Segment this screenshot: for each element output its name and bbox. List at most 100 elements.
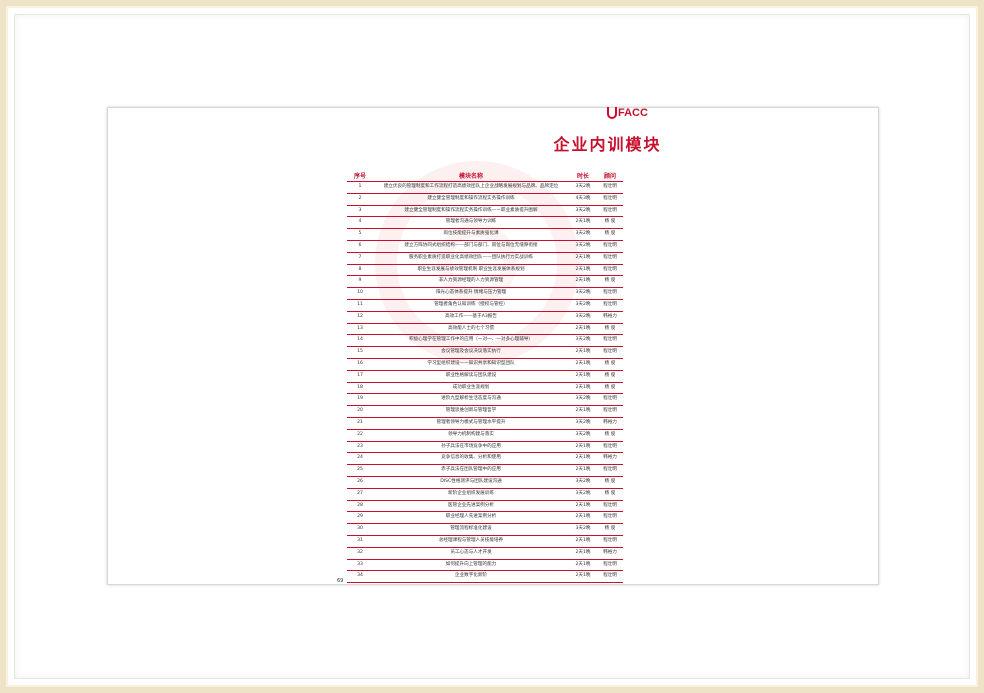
table-row: 1 建立优良的管理制度和工作流程打造高绩效团队上企业战略发展规划与品牌、品牌定位 3…	[347, 182, 623, 194]
row-index: 23	[357, 443, 363, 449]
row-consultant: 程壮明	[603, 266, 617, 272]
row-index: 13	[357, 325, 363, 331]
table-row: 11 管理者角色认知训练（授权与管控） 3天2晚 程壮明	[347, 300, 623, 312]
row-consultant: 程壮明	[603, 537, 617, 543]
row-index: 10	[357, 290, 363, 296]
table-row: 23 孙子兵法在市场竞争中的应用 2天1晚 程壮明	[347, 442, 623, 454]
row-module: 竞争信息的收集、分析和使用	[441, 455, 501, 461]
row-index: 24	[357, 455, 363, 461]
table-row: 21 管理者领导力模式与管理水平提升 3天2晚 韩裕力	[347, 418, 623, 430]
row-index: 28	[357, 502, 363, 508]
row-index: 19	[357, 396, 363, 402]
brand-logo: FACC	[607, 106, 648, 120]
row-consultant: 程壮明	[603, 502, 617, 508]
row-module: 领导力机制构建与落实	[448, 431, 494, 437]
row-consultant: 杨 俊	[604, 278, 616, 284]
row-index: 7	[358, 254, 362, 260]
row-duration: 2天1晚	[575, 360, 591, 366]
row-duration: 2天1晚	[575, 349, 591, 355]
table-row: 12 高效工作——基于A3报告 3天2晚 韩裕力	[347, 312, 623, 324]
row-consultant: 杨 俊	[604, 478, 616, 484]
logo-mark-icon	[607, 107, 617, 119]
row-module: 建立健全管理制度和操作流程实务操作训练	[427, 195, 515, 201]
row-consultant: 程壮明	[603, 408, 617, 414]
row-index: 32	[357, 549, 363, 555]
row-index: 27	[357, 490, 363, 496]
table-row: 3 建立健全管理制度和操作流程实务操作训练——职业素质提升图解 3天2晚 程壮明	[347, 206, 623, 218]
row-module: 非人力资源经理的人力资源管理	[438, 278, 504, 284]
row-consultant: 韩裕力	[603, 419, 617, 425]
row-consultant: 程壮明	[603, 290, 617, 296]
header-index: 序号	[353, 173, 366, 180]
row-index: 14	[357, 337, 363, 343]
table-row: 2 建立健全管理制度和操作流程实务操作训练 4天3晚 程壮明	[347, 194, 623, 206]
row-consultant: 程壮明	[603, 514, 617, 520]
row-module: 会议管理及会议决议落实执行	[441, 349, 501, 355]
row-consultant: 程壮明	[603, 207, 617, 213]
table-row: 16 学习型组织建设——知识共享和知识型团队 2天1晚 杨 俊	[347, 359, 623, 371]
header-module: 模块名称	[458, 173, 483, 180]
row-duration: 3天2晚	[575, 231, 591, 237]
row-consultant: 杨 俊	[604, 431, 616, 437]
row-duration: 2天1晚	[575, 372, 591, 378]
table-row: 17 职业性格解读与团队建设 2天1晚 杨 俊	[347, 371, 623, 383]
row-module: 服务职业素质打造职业化高绩效团队——团队执行力实战训练	[408, 254, 534, 260]
row-duration: 2天1晚	[575, 443, 591, 449]
table-row: 22 领导力机制构建与落实 3天2晚 杨 俊	[347, 430, 623, 442]
row-module: 管理流程标准化建设	[450, 526, 492, 532]
table-row: 8 职业生涯发展与绩效管理机制 职业生涯发展体系规划 2天1晚 程壮明	[347, 265, 623, 277]
row-module: 积极心理学在管理工作中的应用（一对一、一对多心理辅导）	[408, 337, 534, 343]
table-row: 32 员工心态与人才开发 2天1晚 韩裕力	[347, 548, 623, 560]
row-module: 建立方阵协同式组织结构——部门与部门、岗位与岗位无缝隙衔接	[404, 242, 538, 248]
table-header: 序号 模块名称 时长 顾问	[347, 172, 623, 182]
row-duration: 2天1晚	[575, 455, 591, 461]
row-consultant: 韩裕力	[603, 313, 617, 319]
row-consultant: 程壮明	[603, 242, 617, 248]
table-row: 9 非人力资源经理的人力资源管理 2天1晚 杨 俊	[347, 276, 623, 289]
row-duration: 2天1晚	[575, 325, 591, 331]
row-index: 18	[357, 384, 363, 390]
row-module: 建立优良的管理制度和工作流程打造高绩效团队上企业战略发展规划与品牌、品牌定位	[383, 184, 559, 189]
row-index: 11	[357, 301, 363, 307]
row-index: 26	[357, 478, 363, 484]
row-module: 管理者领导力模式与管理水平提升	[436, 419, 506, 425]
row-duration: 2天1晚	[575, 467, 591, 473]
row-duration: 3天2晚	[575, 490, 591, 496]
row-duration: 3天2晚	[575, 337, 591, 343]
row-duration: 2天1晚	[575, 278, 591, 284]
row-consultant: 杨 俊	[604, 325, 616, 331]
row-index: 16	[357, 360, 363, 366]
row-duration: 3天2晚	[575, 478, 591, 484]
table-row: 20 管理思维创新与管理哲学 2天1晚 程壮明	[347, 406, 623, 418]
row-index: 21	[357, 419, 363, 425]
row-consultant: 程壮明	[603, 467, 617, 473]
row-index: 15	[357, 349, 363, 355]
row-module: DISC性格测评与团队建设沟通	[440, 478, 502, 484]
row-duration: 3天2晚	[575, 301, 591, 307]
row-consultant: 程壮明	[603, 349, 617, 355]
module-table: 序号 模块名称 时长 顾问 1 建立优良的管理制度和工作流程打造高绩效团队上企业战…	[347, 172, 623, 584]
row-consultant: 程壮明	[603, 337, 617, 343]
row-duration: 2天1晚	[575, 384, 591, 390]
row-module: 高效工作——基于A3报告	[444, 313, 497, 319]
table-row: 14 积极心理学在管理工作中的应用（一对一、一对多心理辅导） 3天2晚 程壮明	[347, 335, 623, 348]
row-module: 赤子兵法在团队管理中的应用	[441, 467, 501, 473]
row-module: 孙子兵法在市场竞争中的应用	[441, 443, 501, 449]
row-duration: 2天1晚	[575, 502, 591, 508]
row-index: 33	[357, 561, 363, 567]
table-row: 4 管理者沟通与领导力训练 2天1晚 杨 俊	[347, 217, 623, 230]
row-consultant: 韩裕力	[603, 549, 617, 555]
row-module: 新阶企业组织发展训练	[448, 490, 494, 496]
row-index: 3	[358, 207, 362, 213]
row-module: 职业性格解读与团队建设	[445, 372, 497, 378]
header-consultant: 顾问	[603, 173, 616, 180]
table-row: 26 DISC性格测评与团队建设沟通 3天2晚 杨 俊	[347, 477, 623, 489]
table-row: 19 进阶九型解析生活态度与沟通 3天2晚 程壮明	[347, 394, 623, 407]
row-module: 岗位技能提升与素质强化课	[443, 231, 499, 237]
row-module: 职业生涯发展与绩效管理机制 职业生涯发展体系规划	[417, 266, 525, 272]
table-body: 1 建立优良的管理制度和工作流程打造高绩效团队上企业战略发展规划与品牌、品牌定位 3…	[347, 182, 623, 584]
row-index: 4	[358, 219, 362, 225]
row-duration: 2天1晚	[575, 561, 591, 567]
row-module: 管理思维创新与管理哲学	[445, 408, 497, 414]
row-index: 20	[357, 408, 363, 414]
